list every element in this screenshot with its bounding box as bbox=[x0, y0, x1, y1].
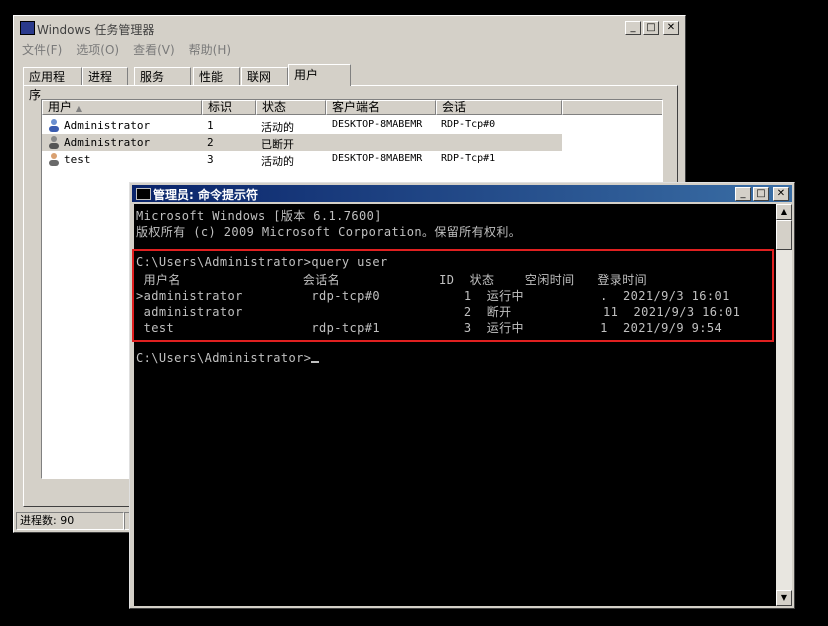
cmd-minimize-button[interactable]: _ bbox=[735, 187, 751, 201]
column-session[interactable]: 会话 bbox=[436, 100, 562, 115]
console-prompt: C:\Users\Administrator> bbox=[136, 351, 312, 365]
cmd-maximize-button[interactable]: □ bbox=[753, 187, 769, 201]
task-manager-title: Windows 任务管理器 bbox=[37, 23, 155, 37]
cell-user: test bbox=[64, 153, 91, 166]
cell-client: DESKTOP-8MABEMR bbox=[332, 153, 423, 164]
status-process-count: 进程数: 90 bbox=[16, 512, 124, 530]
column-id[interactable]: 标识 bbox=[202, 100, 256, 115]
sort-ascending-icon: ▲ bbox=[75, 104, 82, 113]
cell-user: Administrator bbox=[64, 136, 151, 149]
cell-status: 活动的 bbox=[261, 155, 294, 168]
tab-applications[interactable]: 应用程序 bbox=[23, 67, 82, 102]
cmd-title: 管理员: 命令提示符 bbox=[153, 188, 258, 202]
cell-user: Administrator bbox=[64, 119, 151, 132]
scroll-up-button[interactable]: ▲ bbox=[776, 204, 792, 220]
cell-session: RDP-Tcp#1 bbox=[441, 153, 496, 164]
command-prompt-window: 管理员: 命令提示符 _ □ ✕ Microsoft Windows [版本 6… bbox=[129, 182, 795, 609]
minimize-icon: _ bbox=[630, 22, 636, 33]
cmd-title-bar[interactable]: 管理员: 命令提示符 _ □ ✕ bbox=[132, 185, 792, 202]
menu-help[interactable]: 帮助(H) bbox=[189, 41, 231, 58]
task-manager-app-icon bbox=[20, 21, 35, 35]
menu-file[interactable]: 文件(F) bbox=[22, 41, 62, 58]
maximize-icon: □ bbox=[756, 188, 766, 199]
text-cursor bbox=[311, 361, 320, 363]
menu-bar: 文件(F) 选项(O) 查看(V) 帮助(H) bbox=[22, 41, 231, 58]
console-line: 版权所有 (c) 2009 Microsoft Corporation。保留所有… bbox=[136, 225, 522, 239]
cmd-close-button[interactable]: ✕ bbox=[773, 187, 789, 201]
arrow-up-icon: ▲ bbox=[780, 207, 788, 216]
cell-id: 1 bbox=[207, 119, 214, 132]
column-client-name[interactable]: 客户端名 bbox=[326, 100, 436, 115]
tab-performance[interactable]: 性能 bbox=[193, 67, 240, 85]
table-row[interactable]: Administrator 1 活动的 DESKTOP-8MABEMR RDP-… bbox=[42, 117, 662, 134]
cmd-app-icon bbox=[136, 188, 151, 200]
maximize-button[interactable]: □ bbox=[643, 21, 659, 35]
highlight-box bbox=[132, 249, 774, 342]
user-icon bbox=[49, 119, 59, 132]
task-manager-title-bar[interactable]: Windows 任务管理器 _ □ ✕ bbox=[16, 18, 683, 38]
column-filler bbox=[562, 100, 662, 115]
scroll-down-button[interactable]: ▼ bbox=[776, 590, 792, 606]
cell-id: 2 bbox=[207, 136, 214, 149]
cell-status: 活动的 bbox=[261, 121, 294, 134]
menu-view[interactable]: 查看(V) bbox=[133, 41, 175, 58]
column-user[interactable]: 用户 ▲ bbox=[42, 100, 202, 115]
maximize-icon: □ bbox=[646, 22, 656, 33]
close-icon: ✕ bbox=[776, 188, 786, 199]
table-row[interactable]: test 3 活动的 DESKTOP-8MABEMR RDP-Tcp#1 bbox=[42, 151, 662, 168]
close-button[interactable]: ✕ bbox=[663, 21, 679, 35]
console-line: Microsoft Windows [版本 6.1.7600] bbox=[136, 209, 382, 223]
cell-session: RDP-Tcp#0 bbox=[441, 119, 496, 130]
minimize-button[interactable]: _ bbox=[625, 21, 641, 35]
user-disconnected-icon bbox=[49, 136, 59, 149]
console-prompt-line[interactable]: C:\Users\Administrator> bbox=[136, 351, 320, 365]
tab-users[interactable]: 用户 bbox=[288, 64, 351, 86]
column-status[interactable]: 状态 bbox=[256, 100, 326, 115]
cell-status: 已断开 bbox=[261, 138, 294, 151]
table-row[interactable]: Administrator 2 已断开 bbox=[42, 134, 562, 151]
cell-id: 3 bbox=[207, 153, 214, 166]
scroll-thumb[interactable] bbox=[776, 220, 792, 250]
minimize-icon: _ bbox=[740, 188, 746, 199]
arrow-down-icon: ▼ bbox=[780, 593, 788, 602]
tab-networking[interactable]: 联网 bbox=[241, 67, 288, 85]
tab-services[interactable]: 服务 bbox=[134, 67, 191, 85]
menu-options[interactable]: 选项(O) bbox=[76, 41, 119, 58]
tab-processes[interactable]: 进程 bbox=[82, 67, 128, 85]
vertical-scrollbar[interactable]: ▲ ▼ bbox=[776, 204, 792, 606]
cell-client: DESKTOP-8MABEMR bbox=[332, 119, 423, 130]
close-icon: ✕ bbox=[666, 22, 676, 33]
user-icon bbox=[49, 153, 59, 166]
list-header: 用户 ▲ 标识 状态 客户端名 会话 bbox=[42, 100, 662, 115]
